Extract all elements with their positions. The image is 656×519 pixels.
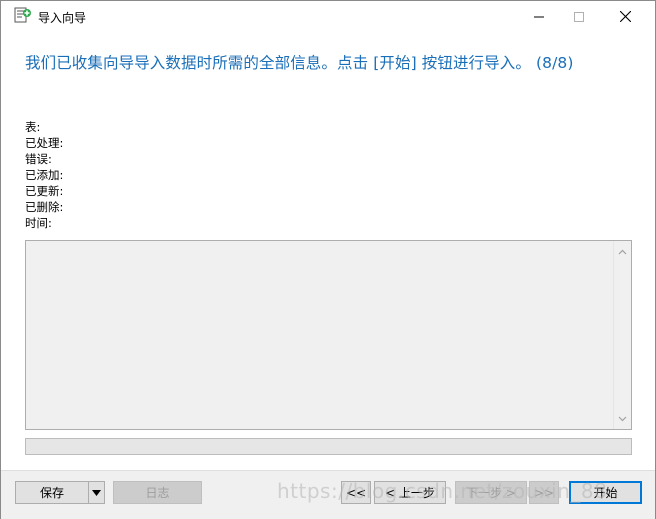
maximize-icon: [574, 11, 584, 22]
maximize-button[interactable]: [556, 1, 602, 32]
log-textarea[interactable]: [25, 240, 632, 430]
close-button[interactable]: [602, 1, 648, 32]
save-button-label: 保存: [39, 486, 64, 500]
watermark-text: https://blog.csdn.net/zouxin_88: [277, 479, 608, 503]
save-button[interactable]: 保存: [15, 481, 89, 504]
scroll-down-icon[interactable]: [614, 410, 631, 427]
title-bar[interactable]: 导入向导: [1, 1, 655, 32]
log-button[interactable]: 日志: [113, 481, 202, 504]
save-dropdown-button[interactable]: [88, 481, 105, 504]
window-title: 导入向导: [38, 11, 87, 25]
wizard-instruction: 我们已收集向导导入数据时所需的全部信息。点击 [开始] 按钮进行导入。 (8/8…: [25, 54, 574, 72]
stat-deleted-label: 已删除:: [25, 200, 64, 214]
dropdown-arrow-icon: [92, 489, 101, 496]
stat-processed-label: 已处理:: [25, 136, 64, 150]
log-scrollbar[interactable]: [613, 241, 631, 429]
import-wizard-window: 导入向导 我们已收集向导导入数据时所需的全部信息。点击 [开始] 按钮进行导入。…: [0, 0, 656, 519]
import-stats: 表: 已处理: 错误: 已添加: 已更新: 已删除: 时间:: [25, 119, 63, 231]
stat-updated-label: 已更新:: [25, 184, 64, 198]
stat-table-label: 表:: [25, 120, 41, 134]
import-wizard-icon: [14, 7, 32, 25]
minimize-icon: [534, 16, 544, 17]
log-button-label: 日志: [145, 486, 170, 500]
scroll-up-icon[interactable]: [614, 243, 631, 260]
stat-time-label: 时间:: [25, 216, 52, 230]
stat-added-label: 已添加:: [25, 168, 64, 182]
stat-errors-label: 错误:: [25, 152, 52, 166]
close-icon: [619, 11, 631, 22]
import-progress-bar: [25, 438, 632, 455]
